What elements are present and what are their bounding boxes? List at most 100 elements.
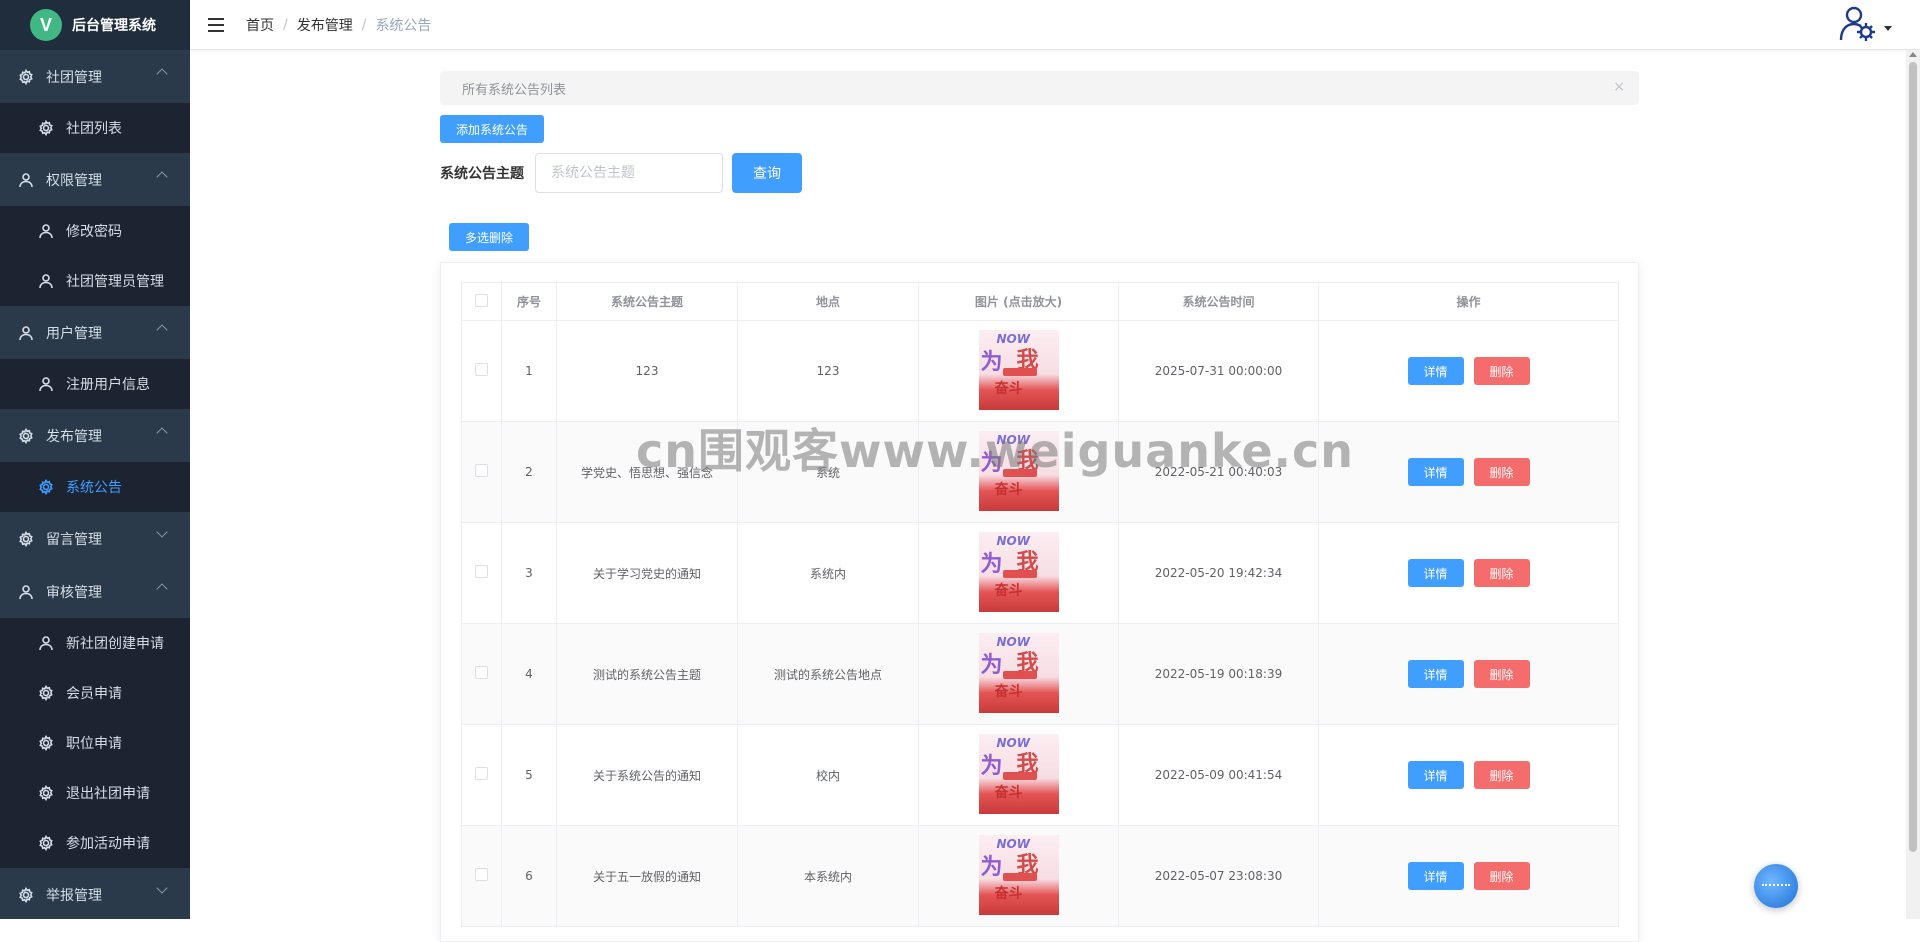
sidebar-item[interactable]: 社团管理员管理 [0, 256, 190, 306]
select-all-checkbox[interactable] [475, 293, 488, 307]
breadcrumb-home[interactable]: 首页 [246, 15, 274, 35]
delete-button[interactable]: 删除 [1473, 761, 1530, 789]
image-decoration [1002, 569, 1037, 578]
alert-text: 所有系统公告列表 [462, 82, 567, 98]
delete-button[interactable]: 删除 [1473, 357, 1530, 385]
gear-icon [18, 886, 34, 903]
table-row: 4 测试的系统公告主题 测试的系统公告地点 NOW 为我奋斗 2022-05-19 00:… [461, 623, 1619, 725]
time-cell: 2022-05-19 00:18:39 [1118, 623, 1319, 725]
gear-icon [38, 120, 54, 136]
announcement-image[interactable]: NOW 为我奋斗 [978, 430, 1059, 511]
menu-group-title[interactable]: 权限管理 [0, 153, 190, 206]
detail-button[interactable]: 详情 [1407, 862, 1464, 890]
sidebar-item[interactable]: 新社团创建申请 [0, 618, 190, 668]
gear-icon [38, 685, 54, 701]
checkbox-cell [461, 724, 502, 826]
gear-icon [38, 835, 54, 851]
checkbox-cell [461, 320, 502, 422]
place-cell: 系统 [737, 421, 919, 523]
scrollbar-thumb[interactable] [1909, 62, 1917, 852]
menu-group-title[interactable]: 举报管理 [0, 868, 190, 919]
row-checkbox[interactable] [475, 363, 488, 376]
place-cell: 123 [737, 320, 919, 422]
floating-action-button[interactable] [1754, 864, 1798, 908]
column-header-time: 系统公告时间 [1118, 282, 1319, 321]
announcement-image[interactable]: NOW 为我奋斗 [978, 632, 1059, 713]
row-checkbox[interactable] [475, 868, 488, 881]
column-header-topic: 系统公告主题 [556, 282, 738, 321]
row-checkbox[interactable] [475, 464, 488, 477]
image-cell: NOW 为我奋斗 [918, 623, 1119, 725]
index-cell: 3 [501, 522, 557, 624]
sidebar-item[interactable]: 职位申请 [0, 718, 190, 768]
row-checkbox[interactable] [475, 767, 488, 780]
place-cell: 系统内 [737, 522, 919, 624]
checkbox-cell [461, 825, 502, 927]
announcement-image[interactable]: NOW 为我奋斗 [978, 834, 1059, 915]
chevron-up-icon [156, 427, 168, 439]
info-alert: 所有系统公告列表 × [440, 71, 1639, 105]
sidebar-item-label: 职位申请 [66, 736, 122, 752]
place-cell: 校内 [737, 724, 919, 826]
add-announcement-button[interactable]: 添加系统公告 [440, 115, 544, 143]
menu-group-title[interactable]: 发布管理 [0, 409, 190, 462]
image-decoration: 为 [980, 651, 1003, 678]
time-cell: 2022-05-20 19:42:34 [1118, 522, 1319, 624]
breadcrumb-publish[interactable]: 发布管理 [297, 15, 353, 35]
detail-button[interactable]: 详情 [1407, 761, 1464, 789]
sidebar-item[interactable]: 修改密码 [0, 206, 190, 256]
table-row: 6 关于五一放假的通知 本系统内 NOW 为我奋斗 2022-05-07 23:08:30… [461, 825, 1619, 927]
detail-button[interactable]: 详情 [1407, 660, 1464, 688]
chevron-down-icon [156, 526, 168, 538]
row-checkbox[interactable] [475, 565, 488, 578]
menu-group-title[interactable]: 留言管理 [0, 512, 190, 565]
menu-group-title[interactable]: 审核管理 [0, 565, 190, 618]
scrollbar[interactable] [1906, 50, 1920, 919]
breadcrumb-current: 系统公告 [375, 17, 432, 34]
user-icon [18, 172, 34, 188]
detail-button[interactable]: 详情 [1407, 559, 1464, 587]
announcement-image[interactable]: NOW 为我奋斗 [978, 733, 1059, 814]
menu-group-title[interactable]: 用户管理 [0, 306, 190, 359]
close-icon[interactable]: × [1613, 79, 1625, 95]
user-icon [18, 584, 34, 600]
announcement-image[interactable]: NOW 为我奋斗 [978, 531, 1059, 612]
user-icon [38, 635, 54, 651]
breadcrumb-separator: / [283, 16, 288, 33]
multi-delete-button[interactable]: 多选删除 [449, 223, 529, 251]
menu-group-title[interactable]: 社团管理 [0, 50, 190, 103]
sidebar-item-label: 社团列表 [66, 121, 122, 137]
sidebar-item[interactable]: 会员申请 [0, 668, 190, 718]
actions-cell: 详情 删除 [1318, 825, 1619, 927]
row-checkbox[interactable] [475, 666, 488, 679]
delete-button[interactable]: 删除 [1473, 660, 1530, 688]
gear-icon [18, 427, 34, 444]
scroll-up-arrow[interactable] [1909, 52, 1917, 57]
query-button[interactable]: 查询 [732, 153, 802, 193]
user-menu[interactable] [1838, 4, 1892, 44]
detail-button[interactable]: 详情 [1407, 458, 1464, 486]
sidebar-item-label: 退出社团申请 [66, 786, 150, 802]
app-logo[interactable]: V 后台管理系统 [0, 0, 190, 50]
sidebar-item[interactable]: 注册用户信息 [0, 359, 190, 409]
menu-group-label: 留言管理 [46, 531, 102, 548]
sidebar-item[interactable]: 社团列表 [0, 103, 190, 153]
topic-cell: 123 [556, 320, 738, 422]
sidebar-item[interactable]: 参加活动申请 [0, 818, 190, 868]
search-input[interactable] [535, 153, 723, 193]
user-icon [38, 273, 54, 289]
menu-group: 发布管理 系统公告 [0, 409, 190, 512]
sidebar-item[interactable]: 系统公告 [0, 462, 190, 512]
delete-button[interactable]: 删除 [1473, 862, 1530, 890]
image-decoration: 为 [980, 348, 1003, 375]
delete-button[interactable]: 删除 [1473, 458, 1530, 486]
menu-toggle-icon[interactable] [208, 17, 224, 32]
table-row: 2 学党史、悟思想、强信念 系统 NOW 为我奋斗 2022-05-21 00:40:03… [461, 421, 1619, 523]
delete-button[interactable]: 删除 [1473, 559, 1530, 587]
table-row: 5 关于系统公告的通知 校内 NOW 为我奋斗 2022-05-09 00:41:54 详情… [461, 724, 1619, 826]
sidebar-item[interactable]: 退出社团申请 [0, 768, 190, 818]
detail-button[interactable]: 详情 [1407, 357, 1464, 385]
gear-icon [38, 785, 54, 801]
chevron-down-icon [1884, 25, 1892, 31]
announcement-image[interactable]: NOW 为我奋斗 [978, 329, 1059, 410]
